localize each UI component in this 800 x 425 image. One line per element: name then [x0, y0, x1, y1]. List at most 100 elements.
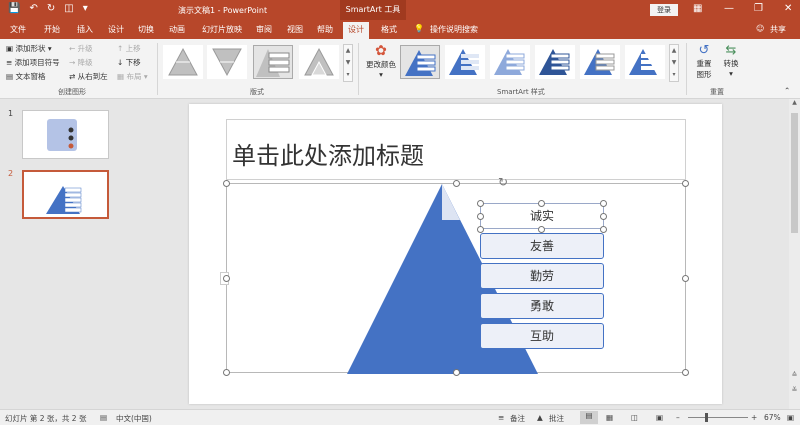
item-resize-handle[interactable]	[477, 226, 484, 233]
present-icon[interactable]: ◫	[64, 3, 73, 14]
minimize-icon[interactable]: —	[724, 3, 734, 14]
zoom-out-button[interactable]: –	[676, 413, 680, 422]
frame-resize-handle[interactable]	[223, 180, 230, 187]
close-icon[interactable]: ✕	[784, 3, 792, 14]
slide-thumbnail-1[interactable]	[22, 110, 109, 159]
scroll-thumb[interactable]	[791, 113, 798, 233]
comments-button[interactable]: 批注	[549, 413, 564, 424]
frame-resize-handle[interactable]	[453, 180, 460, 187]
style-3[interactable]	[490, 45, 530, 79]
tab-view[interactable]: 视图	[287, 24, 303, 35]
item-resize-handle[interactable]	[477, 213, 484, 220]
layouts-gallery-scroll[interactable]: ▲ ▼ ▾	[343, 44, 353, 82]
style-4[interactable]	[535, 45, 575, 79]
demote-button[interactable]: → 降级	[69, 57, 93, 68]
reading-view-icon[interactable]: ◫	[631, 413, 638, 422]
layout-inverted-pyramid[interactable]	[207, 45, 247, 79]
zoom-level[interactable]: 67%	[764, 413, 781, 422]
style-simple-fill-selected[interactable]	[400, 45, 440, 79]
normal-view-icon[interactable]: ▤	[580, 411, 598, 424]
change-colors-button[interactable]: ✿ 更改颜色 ▾	[364, 43, 398, 79]
tab-smartart-design[interactable]: 设计	[343, 22, 369, 39]
tab-format[interactable]: 格式	[381, 24, 397, 35]
frame-resize-handle[interactable]	[453, 369, 460, 376]
layout-pyramid-list-selected[interactable]	[253, 45, 293, 79]
tab-design[interactable]: 设计	[108, 24, 124, 35]
slideshow-view-icon[interactable]: ▣	[656, 413, 663, 422]
pyramid-item-4[interactable]: 勇敢	[480, 293, 604, 319]
slide-canvas[interactable]: 单击此处添加标题 ‹ 诚实 友善 勤劳 勇敢 互助 ↻	[189, 104, 722, 404]
save-icon[interactable]: 💾	[8, 3, 20, 14]
right-to-left-button[interactable]: ⇄ 从右到左	[69, 71, 108, 82]
login-button[interactable]: 登录	[650, 4, 678, 16]
pyramid-item-5[interactable]: 互助	[480, 323, 604, 349]
share-button[interactable]: 共享	[770, 24, 786, 35]
tab-help[interactable]: 帮助	[317, 24, 333, 35]
move-down-button[interactable]: ↓ 下移	[117, 57, 141, 68]
zoom-slider-thumb[interactable]	[705, 413, 708, 422]
undo-icon[interactable]: ↶	[29, 3, 37, 14]
notes-icon[interactable]: ≡	[498, 413, 504, 422]
item-resize-handle[interactable]	[477, 200, 484, 207]
style-6[interactable]	[625, 45, 665, 79]
styles-gallery-scroll[interactable]: ▲ ▼ ▾	[669, 44, 679, 82]
ribbon-display-icon[interactable]: ▦	[693, 3, 702, 14]
zoom-in-button[interactable]: +	[751, 413, 757, 422]
share-icon[interactable]: ☺	[756, 24, 764, 33]
item-resize-handle[interactable]	[538, 226, 545, 233]
add-bullet-button[interactable]: ≡ 添加项目符号	[6, 57, 60, 68]
notes-button[interactable]: 备注	[510, 413, 525, 424]
pyramid-item-2[interactable]: 友善	[480, 233, 604, 259]
pyramid-shape[interactable]	[227, 184, 687, 374]
style-5[interactable]	[580, 45, 620, 79]
layout-segmented-pyramid[interactable]	[299, 45, 339, 79]
frame-resize-handle[interactable]	[682, 275, 689, 282]
redo-icon[interactable]: ↻	[47, 3, 55, 14]
tab-animations[interactable]: 动画	[169, 24, 185, 35]
frame-resize-handle[interactable]	[682, 180, 689, 187]
item-resize-handle[interactable]	[600, 213, 607, 220]
item-resize-handle[interactable]	[538, 200, 545, 207]
convert-button[interactable]: ⇆ 转换 ▾	[719, 43, 743, 78]
pyramid-item-3[interactable]: 勤劳	[480, 263, 604, 289]
tab-insert[interactable]: 插入	[77, 24, 93, 35]
maximize-icon[interactable]: ❐	[754, 3, 763, 14]
style-2[interactable]	[445, 45, 485, 79]
text-pane-button[interactable]: ▤ 文本窗格	[6, 71, 45, 82]
add-shape-button[interactable]: ▣ 添加形状 ▾	[6, 43, 52, 54]
promote-button[interactable]: ← 升级	[69, 43, 93, 54]
scroll-up-icon[interactable]: ▲	[789, 99, 800, 106]
vertical-scrollbar[interactable]: ▲ ≙ ≚	[789, 99, 800, 409]
title-placeholder[interactable]: 单击此处添加标题	[226, 119, 686, 180]
slide-thumbnail-2[interactable]	[22, 170, 109, 219]
title-placeholder-text: 单击此处添加标题	[232, 142, 424, 170]
frame-resize-handle[interactable]	[223, 369, 230, 376]
zoom-slider[interactable]	[688, 417, 748, 418]
ribbon-tabs: 文件 开始 插入 设计 切换 动画 幻灯片放映 审阅 视图 帮助 设计 格式 💡…	[0, 20, 800, 39]
tab-file[interactable]: 文件	[10, 24, 26, 35]
tab-slideshow[interactable]: 幻灯片放映	[202, 24, 242, 35]
tell-me-search[interactable]: 操作说明搜索	[430, 24, 478, 35]
spellcheck-icon[interactable]: ▤	[100, 413, 107, 422]
slide-sorter-icon[interactable]: ▦	[606, 413, 613, 422]
next-slide-icon[interactable]: ≚	[789, 386, 800, 394]
reset-graphic-button[interactable]: ↺ 重置 图形	[693, 43, 715, 80]
language-status[interactable]: 中文(中国)	[116, 413, 152, 424]
customize-qat-icon[interactable]: ▾	[83, 3, 88, 14]
move-up-button[interactable]: ↑ 上移	[117, 43, 141, 54]
item-resize-handle[interactable]	[600, 200, 607, 207]
fit-to-window-icon[interactable]: ▣	[787, 413, 794, 422]
frame-resize-handle[interactable]	[682, 369, 689, 376]
tab-home[interactable]: 开始	[44, 24, 60, 35]
frame-resize-handle[interactable]	[223, 275, 230, 282]
tab-review[interactable]: 审阅	[256, 24, 272, 35]
item-resize-handle[interactable]	[600, 226, 607, 233]
comments-icon[interactable]: ▲	[537, 413, 543, 422]
layout-pyramid[interactable]	[163, 45, 203, 79]
prev-slide-icon[interactable]: ≙	[789, 371, 800, 379]
tab-transitions[interactable]: 切换	[138, 24, 154, 35]
collapse-ribbon-icon[interactable]: ⌃	[784, 86, 790, 95]
layout-button[interactable]: ▦ 布局 ▾	[117, 71, 148, 82]
smartart-frame[interactable]: ‹ 诚实 友善 勤劳 勇敢 互助 ↻	[220, 175, 689, 376]
rotate-handle-icon[interactable]: ↻	[498, 175, 508, 189]
